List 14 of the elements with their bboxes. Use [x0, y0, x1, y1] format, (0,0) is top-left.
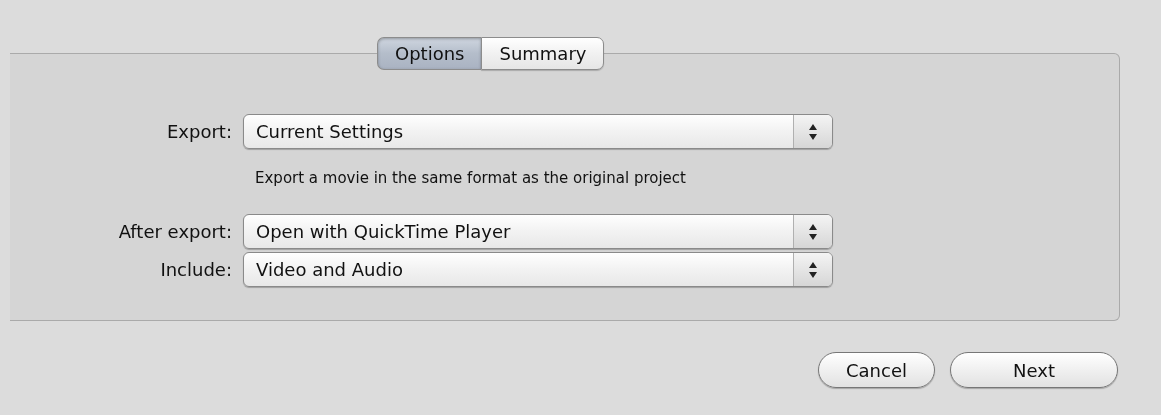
next-button[interactable]: Next [950, 352, 1118, 388]
stepper-arrows-icon [808, 122, 818, 141]
field-label: After export: [118, 221, 232, 242]
dropdown[interactable]: Video and Audio [243, 252, 833, 287]
dropdown[interactable]: Current Settings [243, 114, 833, 149]
stepper-arrows-icon [808, 222, 818, 241]
help-text: Export a movie in the same format as the original project [254, 168, 687, 189]
tab[interactable]: Summary [481, 37, 605, 70]
field-label: Export: [167, 121, 232, 142]
cancel-button[interactable]: Cancel [818, 352, 935, 388]
field-label: Include: [160, 259, 232, 280]
tab[interactable]: Options [377, 37, 482, 70]
dropdown[interactable]: Open with QuickTime Player [243, 214, 833, 249]
stepper-arrows-icon [808, 260, 818, 279]
